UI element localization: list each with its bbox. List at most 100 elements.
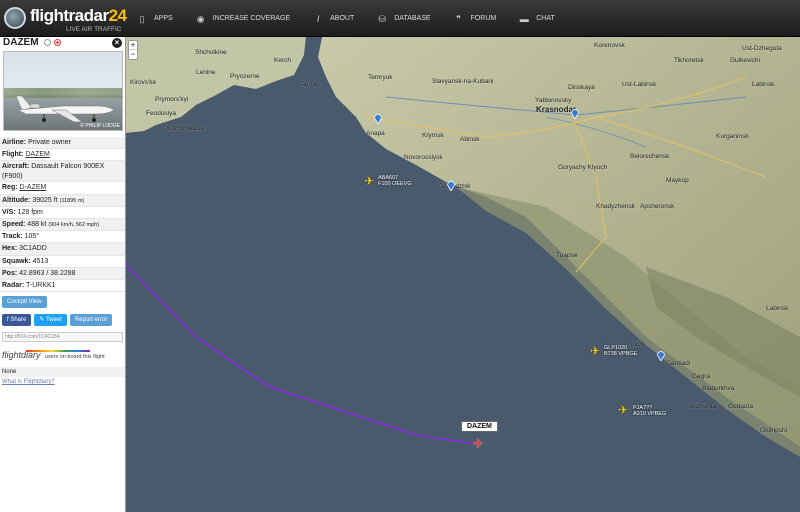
- place-label: Abinsk: [460, 136, 480, 143]
- main-nav: ▯ APPS ◉ INCREASE COVERAGE i ABOUT ⛁ DATABAS…: [136, 0, 577, 37]
- flightdiary-section: flightdiary users on board this flight: [0, 350, 125, 366]
- place-label: Goryachy Klyuch: [558, 164, 608, 171]
- close-panel-button[interactable]: ×: [112, 38, 122, 48]
- aircraft-photo[interactable]: © PHILIP LODGE: [3, 51, 123, 131]
- tweet-button[interactable]: ✎ Tweet: [34, 314, 67, 327]
- database-icon: ⛁: [378, 13, 386, 24]
- place-label: Labinsk: [752, 81, 775, 88]
- flight-label[interactable]: PJA7?? A319 VPBEG: [633, 405, 666, 417]
- place-label: Ordzhonikidze: [163, 125, 205, 132]
- map-view[interactable]: + − Kerch Temryuk Slavyansk-na-Kubani Ko…: [126, 37, 800, 512]
- place-label: Gulkevichi: [730, 57, 760, 64]
- zoom-control: + −: [128, 40, 138, 60]
- flight-header: DAZEM ×: [0, 37, 125, 49]
- flightdiary-none: None: [0, 367, 125, 378]
- place-label: Ust-Dzheguta: [742, 45, 782, 52]
- nav-forum[interactable]: ❞ FORUM: [453, 13, 496, 24]
- place-label: Kerch: [274, 57, 291, 64]
- place-label: Lenine: [196, 69, 216, 76]
- place-label: Belorechensk: [630, 153, 670, 160]
- place-label: Khadyzhensk: [596, 203, 636, 210]
- report-error-button[interactable]: Report error: [69, 314, 113, 327]
- info-icon: i: [316, 13, 320, 24]
- nav-database[interactable]: ⛁ DATABASE: [376, 14, 430, 24]
- logo-subtitle: LIVE AIR TRAFFIC: [66, 26, 122, 33]
- place-label: Slavyansk-na-Kubani: [432, 78, 494, 85]
- flight-label[interactable]: GLP1020 B738 VPBGE: [604, 345, 637, 357]
- flight-link[interactable]: DAZEM: [25, 151, 50, 158]
- place-label: Yablonovsky: [535, 97, 572, 104]
- place-label: Ust-Labinsk: [622, 81, 657, 88]
- cockpit-view-button[interactable]: Cockpit View: [2, 296, 47, 309]
- place-label: Krasnodar: [536, 105, 577, 114]
- logo-text: flightradar24: [30, 6, 127, 25]
- place-label: Kurganinsk: [716, 133, 749, 140]
- altitude-row: Altitude: 39025 ft (11895 m): [0, 194, 125, 207]
- phone-icon: ▯: [139, 13, 145, 24]
- aircraft-icon[interactable]: ✈: [618, 404, 628, 416]
- place-label: Dinskaya: [568, 84, 595, 91]
- zoom-out-button[interactable]: −: [129, 50, 137, 59]
- place-label: Taman: [300, 81, 320, 88]
- selected-flight-label[interactable]: DAZEM: [461, 421, 498, 432]
- place-label: Giulripshi: [760, 427, 788, 434]
- flightradar24-logo[interactable]: flightradar24 LIVE AIR TRAFFIC: [4, 4, 127, 34]
- place-label: Labinsk: [766, 305, 789, 312]
- facebook-share-button[interactable]: f Share: [2, 314, 32, 327]
- map-terrain: [126, 37, 800, 512]
- airport-pin-icon[interactable]: [447, 181, 455, 191]
- place-label: Maykop: [666, 177, 689, 184]
- nav-increase-coverage[interactable]: ◉ INCREASE COVERAGE: [195, 14, 290, 24]
- chat-icon: ▬: [519, 13, 529, 24]
- nav-apps[interactable]: ▯ APPS: [136, 14, 173, 24]
- globe-icon: [4, 7, 26, 29]
- reg-link[interactable]: D-AZEM: [20, 184, 47, 191]
- track-row: Track: 105°: [0, 231, 125, 244]
- place-label: Bichvinta: [690, 403, 717, 410]
- radar-row: Radar: T-URKK1: [0, 280, 125, 293]
- aircraft-icon[interactable]: ✈: [364, 175, 374, 187]
- flight-info-panel: DAZEM × © PHILIP LODGE Airline: Private …: [0, 37, 126, 512]
- eye-icon: ◉: [196, 13, 205, 24]
- share-row: f Share ✎ Tweet Report error: [2, 314, 125, 327]
- airline-row: Airline: Private owner: [0, 137, 125, 150]
- flight-link-field[interactable]: http://fr24.com/1C4C334: [2, 332, 123, 343]
- place-label: Temryuk: [368, 74, 393, 81]
- airport-pin-icon[interactable]: [571, 109, 579, 119]
- record-icon[interactable]: [53, 39, 61, 47]
- flight-label[interactable]: ABA607 F100 OEEVG: [378, 175, 412, 187]
- airport-pin-icon[interactable]: [657, 351, 665, 361]
- squawk-row: Squawk: 4513: [0, 256, 125, 268]
- place-label: Pryozerne: [230, 73, 260, 80]
- place-label: Kirovs'ke: [130, 79, 157, 86]
- aircraft-icon[interactable]: ✈: [590, 345, 600, 357]
- place-label: Gudauta: [728, 403, 753, 410]
- what-is-flightdiary-link[interactable]: What is Flightdiary?: [0, 379, 125, 385]
- place-label: Gagra: [692, 373, 711, 380]
- place-label: Shcholkine: [195, 49, 227, 56]
- flightdiary-text: users on board this flight: [44, 354, 105, 361]
- flight-callsign: DAZEM: [3, 37, 39, 48]
- share-circle-icon[interactable]: [43, 39, 51, 47]
- flight-row: Flight: DAZEM: [0, 149, 125, 162]
- place-label: Prymors'kyi: [155, 96, 189, 103]
- place-label: Krymsk: [422, 132, 444, 139]
- nav-about[interactable]: i ABOUT: [312, 14, 354, 24]
- reg-row: Reg: D-AZEM: [0, 182, 125, 195]
- place-label: Blaburkhva: [702, 385, 735, 392]
- airport-pin-icon[interactable]: [374, 114, 382, 124]
- hex-row: Hex: 3C1ADD: [0, 243, 125, 256]
- place-label: Korenovsk: [594, 42, 625, 49]
- selected-aircraft-icon[interactable]: ✈: [473, 436, 484, 452]
- place-label: Tuapse: [556, 252, 578, 259]
- top-navigation-bar: flightradar24 LIVE AIR TRAFFIC ▯ APPS ◉ IN…: [0, 0, 800, 37]
- nav-chat[interactable]: ▬ CHAT: [518, 14, 555, 24]
- speed-row: Speed: 488 kt (904 km/h, 562 mph): [0, 218, 125, 232]
- vs-row: V/S: 128 fpm: [0, 207, 125, 219]
- aircraft-illustration: [15, 95, 115, 123]
- place-label: Anapa: [366, 130, 385, 137]
- place-label: Novorossiysk: [404, 154, 443, 161]
- quote-icon: ❞: [456, 13, 461, 24]
- place-label: Gantiadi: [666, 360, 691, 367]
- pos-row: Pos: 42.8963 / 38.2288: [0, 267, 125, 280]
